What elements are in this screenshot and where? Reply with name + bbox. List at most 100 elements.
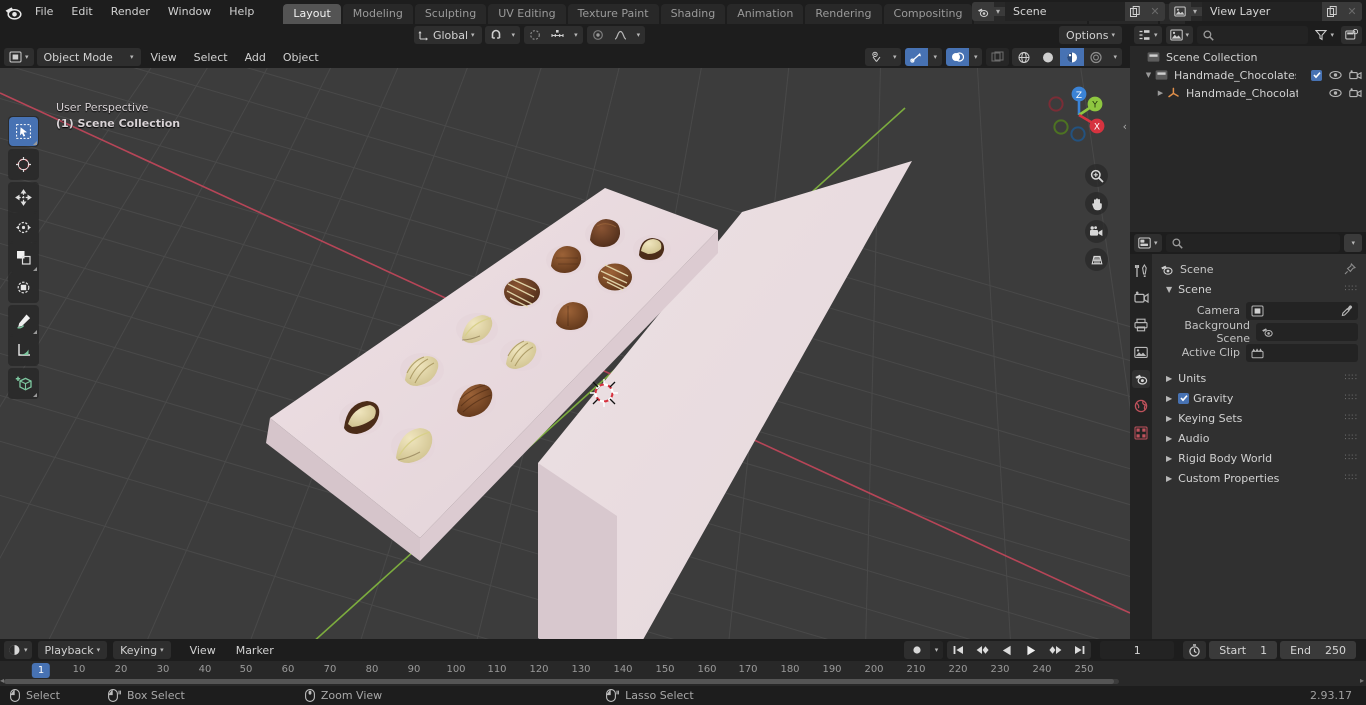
outliner-search-input[interactable] (1197, 26, 1309, 44)
proportional-edit-icon[interactable] (524, 26, 546, 44)
viewport-menu-select[interactable]: Select (187, 48, 235, 66)
move-tool[interactable] (9, 183, 38, 212)
sidebar-expand-arrow-icon[interactable]: ‹ (1123, 120, 1127, 133)
viewport-menu-view[interactable]: View (144, 48, 184, 66)
outliner-row-chocolates-object[interactable]: ▶ Handmade_Chocolates_B (1130, 84, 1366, 102)
panel-drag-grip[interactable]: ∷∷ (1345, 473, 1358, 482)
scene-name-value[interactable]: Scene (1005, 2, 1125, 21)
remove-scene-button[interactable]: ✕ (1145, 2, 1165, 21)
shading-solid-button[interactable] (1036, 48, 1060, 66)
jump-start-icon[interactable] (947, 641, 970, 659)
panel-gravity[interactable]: ▶ Gravity ∷∷ (1160, 388, 1366, 408)
workspace-tab-animation[interactable]: Animation (727, 4, 804, 24)
timeline-playhead[interactable]: 1 (31, 663, 51, 678)
panel-expand-triangle-icon[interactable]: ▶ (1166, 414, 1172, 423)
timeline-menu-marker[interactable]: Marker (229, 641, 281, 659)
workspace-tab-rendering[interactable]: Rendering (805, 4, 882, 24)
panel-custom-properties[interactable]: ▶ Custom Properties ∷∷ (1160, 468, 1366, 488)
panel-drag-grip[interactable]: ∷∷ (1345, 453, 1358, 462)
panel-drag-grip[interactable]: ∷∷ (1345, 284, 1358, 293)
record-icon[interactable] (904, 641, 930, 659)
render-camera-icon[interactable] (1349, 70, 1362, 80)
overlay-controls[interactable]: ▾ (945, 48, 983, 66)
workspace-tab-sculpting[interactable]: Sculpting (414, 4, 487, 24)
viewport-canvas[interactable]: User Perspective (1) Scene Collection Z … (0, 68, 1130, 639)
chevron-down-icon[interactable]: ▾ (929, 641, 944, 659)
panel-expand-triangle-icon[interactable]: ▶ (1166, 434, 1172, 443)
camera-field[interactable] (1246, 301, 1358, 320)
shading-wireframe-button[interactable] (1012, 48, 1036, 66)
prev-keyframe-icon[interactable] (970, 641, 995, 659)
menu-edit[interactable]: Edit (62, 0, 101, 24)
auto-keying-group[interactable]: ▾ (903, 641, 944, 659)
menu-file[interactable]: File (26, 0, 62, 24)
panel-rigid-body-world[interactable]: ▶ Rigid Body World ∷∷ (1160, 448, 1366, 468)
scroll-right-arrow-icon[interactable]: ▸ (1360, 676, 1364, 685)
shading-modes[interactable]: ▾ (1012, 48, 1122, 66)
end-frame-field[interactable]: End 250 (1280, 641, 1356, 659)
timeline-editor-type-selector[interactable]: ▾ (4, 641, 32, 659)
proportional-toggle-icon[interactable] (587, 26, 609, 44)
transform-orientation-dropdown[interactable]: Global ▾ (413, 26, 482, 44)
tweak-select-tool[interactable] (9, 117, 38, 146)
scene-panel-header[interactable]: ▼ Scene ∷∷ (1160, 279, 1366, 299)
shading-rendered-button[interactable] (1084, 48, 1108, 66)
chevron-down-icon[interactable]: ▾ (928, 48, 942, 66)
chevron-down-icon[interactable]: ▾ (1108, 48, 1122, 66)
render-camera-icon[interactable] (1349, 88, 1362, 98)
outliner-row-scene-collection[interactable]: Scene Collection (1130, 48, 1366, 66)
panel-drag-grip[interactable]: ∷∷ (1345, 373, 1358, 382)
workspace-tab-modeling[interactable]: Modeling (342, 4, 413, 24)
properties-tab-texture[interactable] (1132, 424, 1150, 442)
shading-material-preview-button[interactable] (1060, 48, 1085, 66)
viewlayer-selector[interactable]: ▾ View Layer ✕ (1169, 2, 1362, 21)
interaction-mode-dropdown[interactable]: Object Mode ▾ (36, 48, 141, 66)
properties-tab-tool[interactable] (1132, 262, 1150, 280)
menu-help[interactable]: Help (220, 0, 263, 24)
next-keyframe-icon[interactable] (1043, 641, 1068, 659)
timeline-playback-dropdown[interactable]: Playback ▾ (37, 641, 108, 659)
properties-search-input[interactable] (1165, 234, 1341, 252)
editor-type-selector[interactable]: ▾ (4, 48, 34, 66)
play-icon[interactable] (1019, 641, 1043, 659)
gizmo-controls[interactable]: ▾ (905, 48, 942, 66)
gravity-checkbox[interactable] (1178, 392, 1190, 404)
measure-tool[interactable] (9, 336, 38, 365)
eye-icon[interactable] (1329, 88, 1342, 98)
panel-drag-grip[interactable]: ∷∷ (1345, 433, 1358, 442)
timeline-ruler[interactable]: 10 20 30 40 50 60 70 80 90 100 110 120 1… (0, 661, 1366, 686)
outliner-display-mode-dropdown[interactable]: ▾ (1165, 26, 1194, 44)
magnet-icon[interactable] (485, 26, 507, 44)
xray-toggle-button[interactable] (986, 48, 1010, 66)
remove-viewlayer-button[interactable]: ✕ (1342, 2, 1362, 21)
properties-tab-scene[interactable] (1132, 370, 1150, 388)
menu-render[interactable]: Render (102, 0, 159, 24)
scale-tool[interactable] (9, 243, 38, 272)
outliner-row-chocolates-box-collection[interactable]: ▼ Handmade_Chocolates_Box_ (1130, 66, 1366, 84)
collection-exclude-checkbox[interactable] (1311, 69, 1322, 81)
collapse-triangle-icon[interactable]: ▼ (1142, 71, 1155, 79)
zoom-icon[interactable] (1085, 164, 1108, 187)
viewlayer-name-value[interactable]: View Layer (1202, 2, 1322, 21)
workspace-tab-layout[interactable]: Layout (283, 4, 341, 24)
use-preview-range-button[interactable] (1183, 641, 1207, 659)
chevron-down-icon[interactable]: ▾ (569, 26, 583, 44)
annotate-tool[interactable] (9, 306, 38, 335)
timeline-scrollbar[interactable] (4, 679, 1119, 684)
panel-audio[interactable]: ▶ Audio ∷∷ (1160, 428, 1366, 448)
viewport-menu-add[interactable]: Add (238, 48, 273, 66)
camera-view-icon[interactable] (1085, 220, 1108, 243)
playback-transport-buttons[interactable] (947, 641, 1092, 659)
workspace-tab-texture-paint[interactable]: Texture Paint (567, 4, 659, 24)
properties-tab-world[interactable] (1132, 397, 1150, 415)
chevron-down-icon[interactable]: ▾ (632, 26, 646, 44)
chevron-down-icon[interactable]: ▾ (969, 48, 983, 66)
timeline-menu-view[interactable]: View (183, 641, 223, 659)
timeline-keying-dropdown[interactable]: Keying ▾ (113, 641, 171, 659)
expand-triangle-icon[interactable]: ▶ (1154, 89, 1167, 97)
eye-icon[interactable] (1329, 70, 1342, 80)
new-viewlayer-button[interactable] (1322, 2, 1342, 21)
panel-drag-grip[interactable]: ∷∷ (1345, 393, 1358, 402)
outliner-tree[interactable]: Scene Collection ▼ Handmade_Chocolates_B… (1130, 46, 1366, 232)
show-gizmo-icon[interactable] (905, 48, 929, 66)
